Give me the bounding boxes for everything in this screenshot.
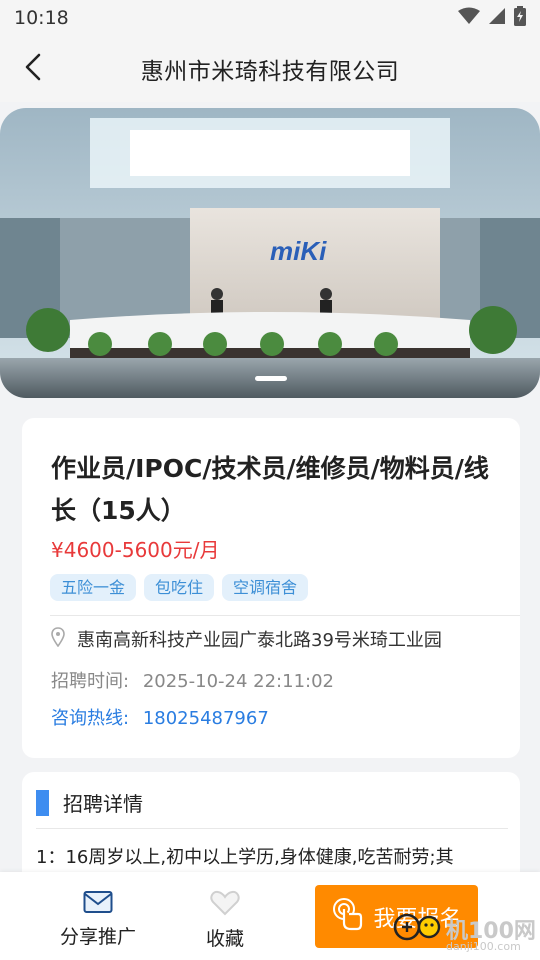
envelope-icon — [83, 890, 113, 918]
recruit-time-label: 招聘时间: — [51, 671, 130, 692]
benefit-tag: 包吃住 — [144, 574, 215, 601]
tap-hand-icon — [331, 897, 365, 937]
detail-text: 1：16周岁以上,初中以上学历,身体健康,吃苦耐劳;其 — [36, 847, 454, 868]
battery-icon — [514, 6, 526, 30]
recruit-time-row: 招聘时间: 2025-10-24 22:11:02 — [51, 667, 334, 693]
share-label: 分享推广 — [60, 926, 137, 948]
banner-logo: miKi — [270, 236, 327, 266]
benefit-tag: 空调宿舍 — [222, 574, 309, 601]
status-bar: 10:18 — [0, 0, 540, 36]
job-title: 作业员/IPOC/技术员/维修员/物料员/线长（15人） — [51, 454, 489, 525]
chevron-left-icon — [23, 53, 43, 85]
status-icons — [458, 6, 526, 30]
favorite-label: 收藏 — [206, 928, 245, 950]
heart-icon — [210, 890, 240, 920]
benefit-tags: 五险一金 包吃住 空调宿舍 — [50, 574, 309, 601]
location-pin-icon — [51, 627, 65, 651]
detail-header: 招聘详情 — [36, 788, 143, 817]
section-accent-bar — [36, 789, 49, 816]
job-card: 作业员/IPOC/技术员/维修员/物料员/线长（15人） ¥4600-5600元… — [22, 418, 520, 758]
hotline-label: 咨询热线: — [51, 708, 130, 729]
favorite-button[interactable]: 收藏 — [206, 890, 244, 951]
status-time: 10:18 — [14, 7, 69, 29]
site-watermark: 机100网 danji100.com — [392, 912, 536, 953]
card-divider — [50, 615, 520, 616]
address-row[interactable]: 惠南高新科技产业园广泰北路39号米琦工业园 — [51, 626, 442, 652]
company-banner[interactable]: miKi — [0, 108, 540, 398]
hotline-row[interactable]: 咨询热线: 18025487967 — [51, 704, 269, 730]
recruit-time-value: 2025-10-24 22:11:02 — [142, 671, 334, 692]
detail-divider — [36, 828, 508, 829]
page-header: 惠州市米琦科技有限公司 — [0, 36, 540, 102]
page-title: 惠州市米琦科技有限公司 — [140, 59, 400, 85]
reception-photo: miKi — [0, 108, 540, 398]
signal-icon — [488, 7, 506, 29]
hotline-number[interactable]: 18025487967 — [143, 708, 269, 729]
back-button[interactable] — [14, 50, 52, 88]
share-button[interactable]: 分享推广 — [60, 890, 136, 949]
salary-text: ¥4600-5600元/月 — [51, 538, 220, 562]
benefit-tag: 五险一金 — [50, 574, 137, 601]
watermark-url: danji100.com — [446, 940, 521, 953]
detail-title: 招聘详情 — [63, 792, 143, 816]
address-text: 惠南高新科技产业园广泰北路39号米琦工业园 — [77, 630, 442, 651]
watermark-logo-icon — [392, 912, 442, 946]
wifi-icon — [458, 7, 480, 29]
